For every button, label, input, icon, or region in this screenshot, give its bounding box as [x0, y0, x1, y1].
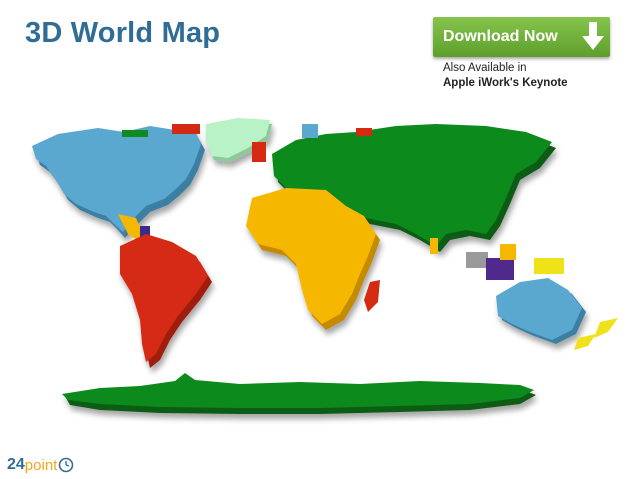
australia-shape: [496, 278, 586, 344]
world-map: [32, 118, 618, 414]
small-island-red: [356, 128, 372, 136]
antarctica-shape: [62, 373, 536, 414]
clock-icon: [59, 457, 74, 473]
arctic-island-red: [172, 124, 200, 134]
iceland-shape: [302, 124, 318, 138]
southeast-asia-islands: [430, 238, 564, 280]
south-america-shape: [120, 234, 212, 368]
north-america-shape: [32, 126, 205, 238]
logo-number: 24: [7, 456, 25, 473]
logo-word: point: [24, 456, 58, 474]
europe-red-block: [252, 142, 266, 162]
madagascar-shape: [364, 280, 380, 312]
arctic-island-green: [122, 130, 148, 137]
brand-logo: 24 point: [7, 454, 74, 476]
